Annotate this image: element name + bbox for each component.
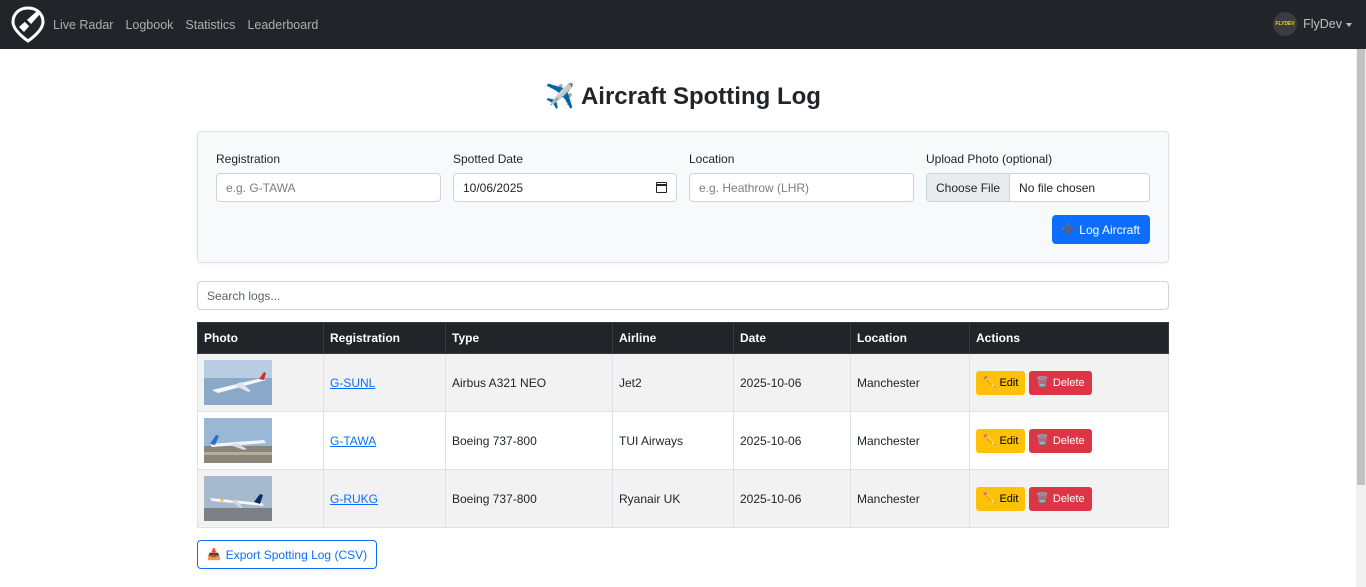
table-header-row: Photo Registration Type Airline Date Loc… xyxy=(197,322,1169,354)
pencil-icon: ✏️ xyxy=(983,493,996,504)
avatar: FLYDEV xyxy=(1273,12,1298,36)
delete-label: Delete xyxy=(1052,376,1085,389)
plus-icon: ➕ xyxy=(1061,224,1076,236)
photo-file-input[interactable]: Choose File No file chosen xyxy=(926,173,1150,202)
log-aircraft-button[interactable]: ➕ Log Aircraft xyxy=(1051,215,1150,244)
col-date[interactable]: Date xyxy=(733,322,851,354)
actions-cell: ✏️ Edit 🗑️ Delete xyxy=(969,411,1169,470)
spotted-date-value: 10/06/2025 xyxy=(463,180,524,195)
location-field: Location e.g. Heathrow (LHR) xyxy=(689,152,914,202)
airplane-icon: ✈️ xyxy=(545,83,575,110)
calendar-icon[interactable] xyxy=(656,182,667,193)
aircraft-photo[interactable] xyxy=(204,476,272,521)
table-row: G-SUNL Airbus A321 NEO Jet2 2025-10-06 M… xyxy=(197,353,1169,412)
user-name: FlyDev xyxy=(1303,17,1342,31)
type-cell: Boeing 737-800 xyxy=(445,469,613,528)
edit-button[interactable]: ✏️ Edit xyxy=(976,370,1026,395)
registration-link[interactable]: G-RUKG xyxy=(330,492,378,506)
delete-label: Delete xyxy=(1052,434,1085,447)
location-cell: Manchester xyxy=(850,469,970,528)
registration-link[interactable]: G-SUNL xyxy=(330,376,375,390)
delete-button[interactable]: 🗑️ Delete xyxy=(1029,370,1092,395)
spotting-table: Photo Registration Type Airline Date Loc… xyxy=(197,322,1169,528)
actions-cell: ✏️ Edit 🗑️ Delete xyxy=(969,353,1169,412)
date-cell: 2025-10-06 xyxy=(733,411,851,470)
nav-logbook[interactable]: Logbook xyxy=(125,18,173,32)
location-input[interactable]: e.g. Heathrow (LHR) xyxy=(689,173,914,202)
export-csv-button[interactable]: 📥 Export Spotting Log (CSV) xyxy=(197,540,378,569)
registration-cell: G-SUNL xyxy=(323,353,446,412)
registration-field: Registration e.g. G-TAWA xyxy=(216,152,441,202)
col-location[interactable]: Location xyxy=(850,322,970,354)
scrollbar-thumb[interactable] xyxy=(1357,49,1365,485)
pencil-icon: ✏️ xyxy=(983,435,996,446)
col-airline[interactable]: Airline xyxy=(612,322,734,354)
edit-label: Edit xyxy=(999,434,1019,447)
date-cell: 2025-10-06 xyxy=(733,353,851,412)
search-input[interactable]: Search logs... xyxy=(197,281,1169,310)
col-photo[interactable]: Photo xyxy=(197,322,324,354)
spotted-date-field: Spotted Date 10/06/2025 xyxy=(453,152,677,202)
photo-field: Upload Photo (optional) Choose File No f… xyxy=(926,152,1150,202)
nav-leaderboard[interactable]: Leaderboard xyxy=(247,18,318,32)
col-actions: Actions xyxy=(969,322,1169,354)
location-label: Location xyxy=(689,152,735,166)
location-cell: Manchester xyxy=(850,353,970,412)
nav-statistics[interactable]: Statistics xyxy=(185,18,235,32)
caret-down-icon xyxy=(1346,23,1352,27)
registration-label: Registration xyxy=(216,152,281,166)
log-aircraft-label: Log Aircraft xyxy=(1079,222,1140,237)
edit-label: Edit xyxy=(999,492,1019,505)
spotted-date-label: Spotted Date xyxy=(453,152,524,166)
page-title: ✈️ Aircraft Spotting Log xyxy=(0,82,1366,111)
delete-button[interactable]: 🗑️ Delete xyxy=(1029,428,1092,453)
edit-button[interactable]: ✏️ Edit xyxy=(976,428,1026,453)
file-status: No file chosen xyxy=(1019,180,1096,195)
aircraft-photo[interactable] xyxy=(204,418,272,463)
registration-cell: G-RUKG xyxy=(323,469,446,528)
trash-icon: 🗑️ xyxy=(1036,493,1049,504)
log-form-card: Registration e.g. G-TAWA Spotted Date 10… xyxy=(197,131,1169,263)
nav-live-radar[interactable]: Live Radar xyxy=(53,18,113,32)
date-cell: 2025-10-06 xyxy=(733,469,851,528)
spotted-date-input[interactable]: 10/06/2025 xyxy=(453,173,677,202)
user-menu[interactable]: FLYDEV FlyDev xyxy=(1273,12,1352,36)
type-cell: Boeing 737-800 xyxy=(445,411,613,470)
type-cell: Airbus A321 NEO xyxy=(445,353,613,412)
inbox-tray-icon: 📥 xyxy=(207,549,221,561)
delete-label: Delete xyxy=(1052,492,1085,505)
edit-label: Edit xyxy=(999,376,1019,389)
trash-icon: 🗑️ xyxy=(1036,435,1049,446)
trash-icon: 🗑️ xyxy=(1036,377,1049,388)
edit-button[interactable]: ✏️ Edit xyxy=(976,486,1026,511)
col-registration[interactable]: Registration xyxy=(323,322,446,354)
top-navbar: Live Radar Logbook Statistics Leaderboar… xyxy=(0,0,1366,49)
actions-cell: ✏️ Edit 🗑️ Delete xyxy=(969,469,1169,528)
registration-input[interactable]: e.g. G-TAWA xyxy=(216,173,441,202)
pencil-icon: ✏️ xyxy=(983,377,996,388)
aircraft-photo[interactable] xyxy=(204,360,272,405)
airline-cell: Ryanair UK xyxy=(612,469,734,528)
nav-links: Live Radar Logbook Statistics Leaderboar… xyxy=(53,0,330,49)
delete-button[interactable]: 🗑️ Delete xyxy=(1029,486,1092,511)
airline-cell: TUI Airways xyxy=(612,411,734,470)
choose-file-button[interactable]: Choose File xyxy=(927,174,1011,201)
registration-cell: G-TAWA xyxy=(323,411,446,470)
col-type[interactable]: Type xyxy=(445,322,613,354)
airline-cell: Jet2 xyxy=(612,353,734,412)
export-csv-label: Export Spotting Log (CSV) xyxy=(225,547,368,562)
photo-cell xyxy=(197,353,324,412)
location-cell: Manchester xyxy=(850,411,970,470)
logo-icon[interactable] xyxy=(10,5,46,43)
registration-link[interactable]: G-TAWA xyxy=(330,434,376,448)
page-title-text: Aircraft Spotting Log xyxy=(580,83,821,110)
table-row: G-RUKG Boeing 737-800 Ryanair UK 2025-10… xyxy=(197,469,1169,528)
photo-label: Upload Photo (optional) xyxy=(926,152,1053,166)
table-row: G-TAWA Boeing 737-800 TUI Airways 2025-1… xyxy=(197,411,1169,470)
photo-cell xyxy=(197,469,324,528)
photo-cell xyxy=(197,411,324,470)
